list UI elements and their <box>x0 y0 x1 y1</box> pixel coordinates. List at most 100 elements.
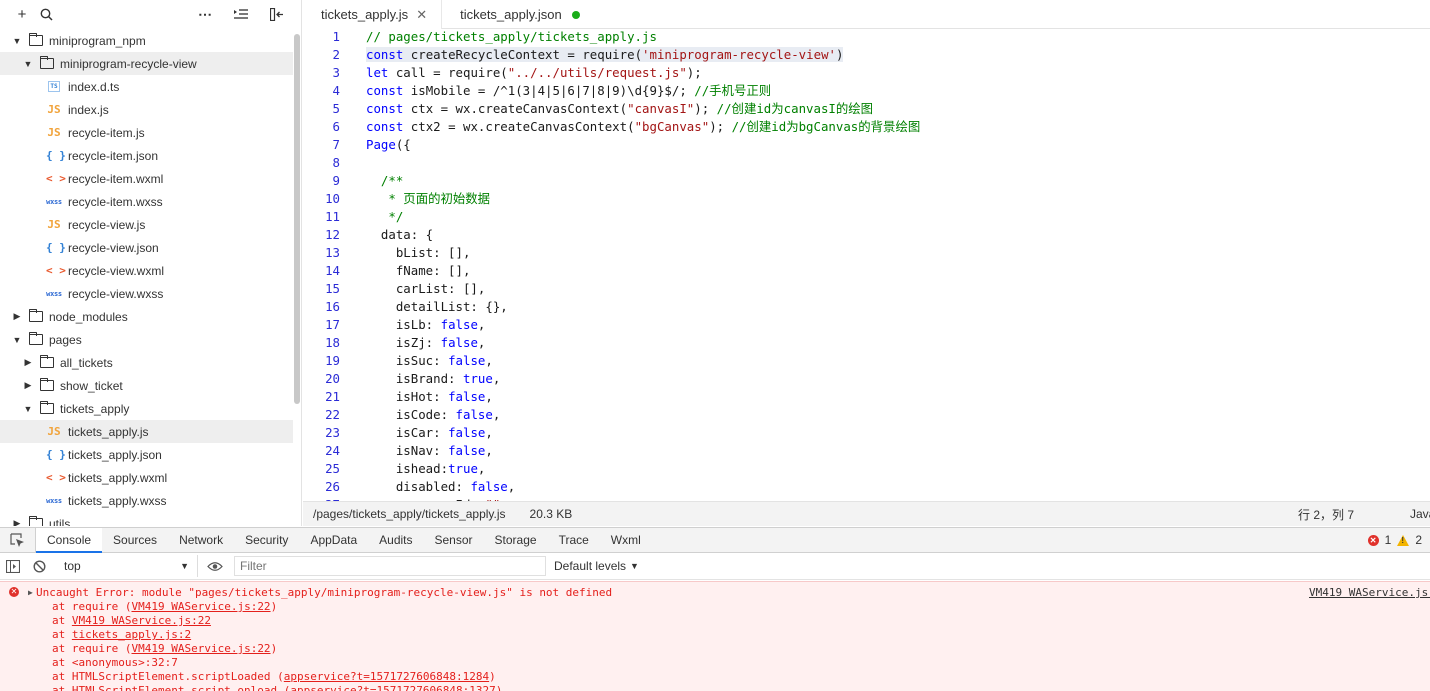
chevron-right-icon[interactable]: ▶ <box>10 311 24 322</box>
line-content: fName: [], <box>340 262 471 280</box>
chevron-down-icon[interactable]: ▼ <box>21 404 35 414</box>
chevron-down-icon[interactable]: ▼ <box>21 59 35 69</box>
code-token: , <box>507 479 516 494</box>
tree-file[interactable]: JS tickets_apply.js <box>0 420 293 443</box>
stack-frame-link[interactable]: VM419 WAService.js:22 <box>72 614 211 627</box>
inspect-element-icon[interactable] <box>0 527 36 553</box>
stack-frame-prefix: at HTMLScriptElement.scriptLoaded ( <box>52 670 284 683</box>
code-token: isSuc: <box>366 353 449 368</box>
tree-file[interactable]: JS recycle-item.js <box>0 121 293 144</box>
tree-file[interactable]: < > tickets_apply.wxml <box>0 466 293 489</box>
tree-folder[interactable]: ▶ node_modules <box>0 305 293 328</box>
hide-sidebar-icon[interactable] <box>265 2 289 26</box>
line-number: 2 <box>332 47 340 62</box>
code-token: false <box>470 479 508 494</box>
eye-icon[interactable] <box>202 553 228 580</box>
code-area[interactable]: 1 // pages/tickets_apply/tickets_apply.js… <box>303 28 1430 501</box>
code-token: bList: [], <box>366 245 471 260</box>
line-content: let call = require("../../utils/request.… <box>340 64 702 82</box>
tree-file[interactable]: { } tickets_apply.json <box>0 443 293 466</box>
error-message-text[interactable]: Uncaught Error: module "pages/tickets_ap… <box>0 586 612 600</box>
tree-file[interactable]: JS recycle-view.js <box>0 213 293 236</box>
tree-file[interactable]: wxss tickets_apply.wxss <box>0 489 293 512</box>
tree-folder[interactable]: ▼ tickets_apply <box>0 397 293 420</box>
console-filter-input[interactable] <box>234 556 546 576</box>
chevron-right-icon[interactable]: ▶ <box>21 380 35 391</box>
tree-file[interactable]: { } recycle-item.json <box>0 144 293 167</box>
devtools-tab-security[interactable]: Security <box>234 528 299 553</box>
code-token: const <box>366 119 404 134</box>
tree-item-label: tickets_apply.wxss <box>68 493 167 508</box>
devtools-tab-appdata[interactable]: AppData <box>299 528 368 553</box>
selection-highlight: const createRecycleContext = require('mi… <box>366 47 844 62</box>
code-line: 25 ishead:true, <box>303 460 1430 478</box>
devtools-tab-trace[interactable]: Trace <box>548 528 600 553</box>
stack-frame-link[interactable]: appservice?t=1571727606848:1327 <box>290 684 495 691</box>
tree-folder[interactable]: ▶ utils <box>0 512 293 526</box>
editor-tab[interactable]: tickets_apply.json <box>441 0 594 29</box>
tree-folder[interactable]: ▼ pages <box>0 328 293 351</box>
language-mode[interactable]: JavaScript <box>1410 507 1430 521</box>
line-content: */ <box>340 208 403 226</box>
tree-item-label: miniprogram-recycle-view <box>60 56 197 71</box>
chevron-down-icon[interactable]: ▼ <box>10 335 24 345</box>
sidebar-toggle-icon[interactable] <box>0 553 26 580</box>
devtools-tab-wxml[interactable]: Wxml <box>600 528 652 553</box>
code-token: isZj: <box>366 335 441 350</box>
editor-tab[interactable]: tickets_apply.js ✕ <box>303 0 442 29</box>
tree-folder[interactable]: ▶ show_ticket <box>0 374 293 397</box>
tree-file[interactable]: JS index.js <box>0 98 293 121</box>
code-line: 18 isZj: false, <box>303 334 1430 352</box>
tree-file[interactable]: wxss recycle-view.wxss <box>0 282 293 305</box>
chevron-right-icon[interactable]: ▶ <box>10 518 24 526</box>
devtools-tab-console[interactable]: Console <box>36 527 103 553</box>
close-icon[interactable]: ✕ <box>416 7 427 23</box>
file-path: /pages/tickets_apply/tickets_apply.js <box>313 507 506 521</box>
stack-frame-suffix: ) <box>270 600 278 613</box>
tree-file[interactable]: { } recycle-view.json <box>0 236 293 259</box>
tree-item-label: pages <box>49 332 82 347</box>
clear-console-icon[interactable] <box>26 553 52 580</box>
devtools-tab-sources[interactable]: Sources <box>102 528 168 553</box>
chevron-down-icon[interactable]: ▼ <box>10 36 24 46</box>
tree-item-label: miniprogram_npm <box>49 33 146 48</box>
stack-frame-text: at require (VM419 WAService.js:22) <box>0 600 277 614</box>
code-token: ); <box>709 119 732 134</box>
stack-frame-link[interactable]: VM419 WAService.js:22 <box>131 600 270 613</box>
log-levels-select[interactable]: Default levels ▼ <box>554 559 639 573</box>
error-source-link[interactable]: VM419 WAService.js:1 <box>1309 586 1430 600</box>
line-content: isNav: false, <box>340 442 493 460</box>
code-token: /** <box>366 173 404 188</box>
tree-folder[interactable]: ▶ all_tickets <box>0 351 293 374</box>
stack-frame-link[interactable]: appservice?t=1571727606848:1284 <box>284 670 489 683</box>
explorer-scrollbar[interactable] <box>294 34 300 404</box>
stack-frame-link[interactable]: VM419 WAService.js:22 <box>131 642 270 655</box>
code-token: Page <box>366 137 396 152</box>
issue-counts[interactable]: ✕ 1 2 <box>1367 533 1422 547</box>
devtools-tab-storage[interactable]: Storage <box>484 528 548 553</box>
tree-file[interactable]: wxss recycle-item.wxss <box>0 190 293 213</box>
more-icon[interactable]: ⋯ <box>193 2 217 26</box>
expand-triangle-icon[interactable]: ▶ <box>28 586 33 600</box>
devtools-tab-sensor[interactable]: Sensor <box>424 528 484 553</box>
tree-folder[interactable]: ▼ miniprogram_npm <box>0 29 293 52</box>
code-token: false <box>448 389 486 404</box>
tree-file[interactable]: < > recycle-item.wxml <box>0 167 293 190</box>
tree-item-label: node_modules <box>49 309 128 324</box>
devtools-tab-audits[interactable]: Audits <box>368 528 423 553</box>
code-token: , <box>485 389 493 404</box>
search-icon[interactable] <box>34 2 58 26</box>
tree-folder[interactable]: ▼ miniprogram-recycle-view <box>0 52 293 75</box>
chevron-right-icon[interactable]: ▶ <box>21 357 35 368</box>
line-number: 11 <box>325 209 340 224</box>
devtools-tab-network[interactable]: Network <box>168 528 234 553</box>
tree-file[interactable]: TS index.d.ts <box>0 75 293 98</box>
code-line: 7 Page({ <box>303 136 1430 154</box>
stack-frame-link[interactable]: tickets_apply.js:2 <box>72 628 191 641</box>
json-file-icon: { } <box>46 241 66 254</box>
plus-icon[interactable]: + <box>10 2 34 26</box>
context-select[interactable]: top ▼ <box>58 555 198 577</box>
collapse-all-icon[interactable] <box>229 2 253 26</box>
cursor-position[interactable]: 行 2，列 7 <box>1298 506 1354 523</box>
tree-file[interactable]: < > recycle-view.wxml <box>0 259 293 282</box>
